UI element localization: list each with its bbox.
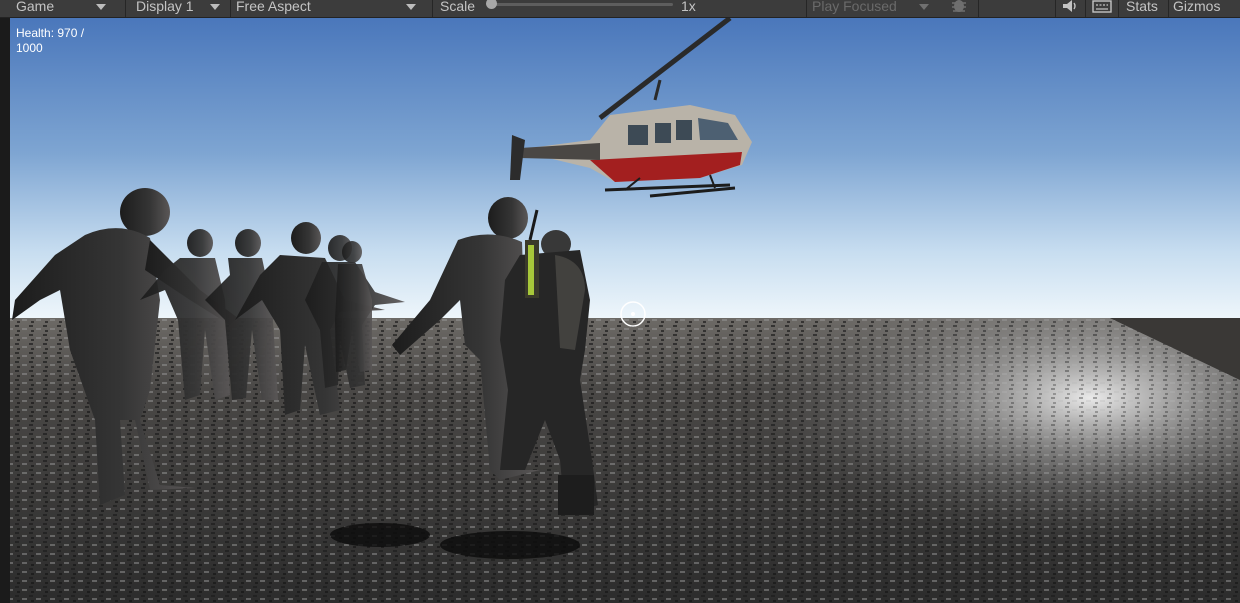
chevron-down-icon	[209, 3, 220, 10]
scale-value: 1x	[681, 0, 696, 14]
view-mode-label: Game	[16, 0, 55, 14]
gizmos-button[interactable]: Gizmos	[1173, 0, 1220, 14]
chevron-down-icon	[405, 3, 416, 10]
health-text: Health: 970 / 1000	[16, 26, 85, 55]
game-viewport[interactable]	[0, 18, 1240, 603]
speaker-icon[interactable]	[1062, 0, 1078, 14]
scale-label: Scale	[440, 0, 476, 14]
game-view-toolbar: Game Display 1 Free Aspect Scale 1x Play…	[0, 0, 1240, 18]
aspect-dropdown[interactable]: Free Aspect	[236, 0, 416, 14]
view-mode-dropdown[interactable]: Game	[16, 0, 107, 14]
keyboard-icon[interactable]	[1092, 0, 1112, 14]
display-label: Display 1	[136, 0, 194, 14]
stats-button[interactable]: Stats	[1126, 0, 1158, 14]
play-mode-dropdown[interactable]: Play Focused	[812, 0, 929, 14]
chevron-down-icon	[918, 3, 929, 10]
display-dropdown[interactable]: Display 1	[136, 0, 220, 14]
crosshair-icon	[619, 300, 647, 333]
viewport-left-border	[0, 18, 10, 603]
aspect-label: Free Aspect	[236, 0, 311, 14]
play-mode-label: Play Focused	[812, 0, 897, 14]
scale-slider-handle[interactable]	[486, 0, 497, 9]
chevron-down-icon	[96, 3, 107, 10]
bug-icon[interactable]	[950, 0, 968, 14]
scale-slider-track[interactable]	[490, 3, 673, 6]
